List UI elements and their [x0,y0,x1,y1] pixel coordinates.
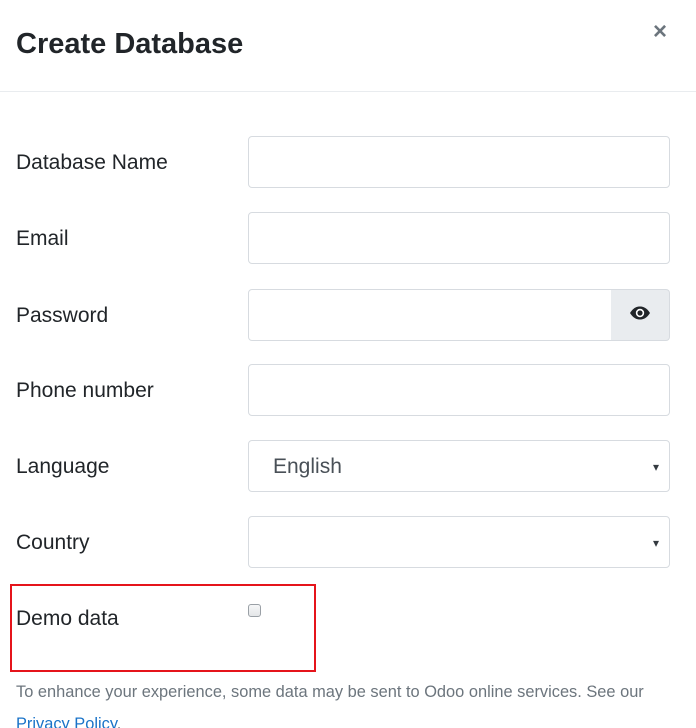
close-button[interactable]: × [646,18,674,46]
chevron-down-icon: ▾ [652,460,659,474]
database-name-input[interactable] [248,136,670,188]
email-input[interactable] [248,212,670,264]
password-row: Password [0,289,696,343]
country-label: Country [16,531,90,554]
privacy-notice-end: . [116,715,122,728]
password-input[interactable] [248,289,612,341]
database-name-row: Database Name [0,136,696,190]
password-label: Password [16,304,109,327]
privacy-notice: To enhance your experience, some data ma… [16,676,688,728]
privacy-policy-link[interactable]: Privacy Policy [16,715,117,728]
dialog-header: Create Database × [0,0,696,92]
language-row: Language English ▾ [0,440,696,494]
phone-row: Phone number [0,364,696,418]
country-select[interactable]: ▾ [248,516,670,568]
show-password-button[interactable] [611,289,670,341]
privacy-notice-text: To enhance your experience, some data ma… [16,683,644,701]
dialog-title: Create Database [16,28,244,60]
eye-icon [629,306,651,325]
email-row: Email [0,212,696,266]
country-row: Country ▾ [0,516,696,570]
create-database-dialog: Create Database × Database Name Email Pa… [0,0,696,728]
language-select[interactable]: English ▾ [248,440,670,492]
chevron-down-icon: ▾ [652,536,659,550]
database-name-label: Database Name [16,151,168,174]
language-selected-value: English [273,455,342,478]
demo-data-checkbox[interactable] [248,604,261,617]
demo-data-label: Demo data [16,607,119,630]
phone-label: Phone number [16,379,154,402]
email-label: Email [16,227,69,250]
phone-input[interactable] [248,364,670,416]
language-label: Language [16,455,110,478]
